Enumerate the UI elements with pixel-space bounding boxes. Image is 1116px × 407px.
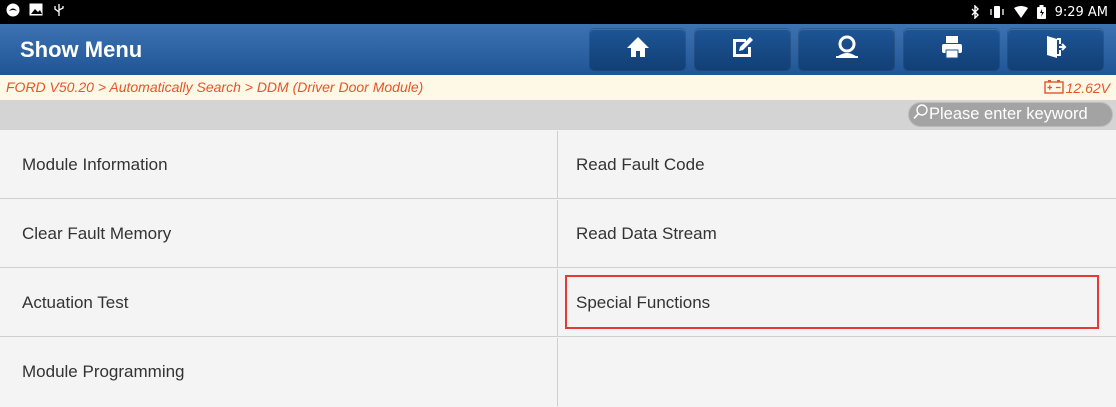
bluetooth-icon: [970, 5, 980, 19]
menu-item-label: Module Programming: [22, 362, 185, 381]
menu-item-label: Special Functions: [576, 293, 711, 312]
voltage-value: 12.62V: [1065, 79, 1110, 96]
menu-item-read-data-stream[interactable]: Read Data Stream: [557, 200, 1116, 268]
status-icons-right: 9:29 AM: [970, 0, 1108, 24]
menu-item-label: Actuation Test: [22, 293, 129, 312]
voltage-indicator: 12.62V: [1043, 75, 1110, 100]
print-button[interactable]: [904, 29, 999, 70]
menu-item-read-fault-code[interactable]: Read Fault Code: [557, 131, 1116, 199]
search-input[interactable]: [928, 105, 1109, 124]
breadcrumb-path: FORD V50.20 > Automatically Search > DDM…: [6, 79, 424, 95]
menu-item-clear-fault-memory[interactable]: Clear Fault Memory: [0, 200, 557, 268]
vibrate-icon: [989, 5, 1005, 19]
user-button[interactable]: [799, 29, 894, 70]
menu-item-module-programming[interactable]: Module Programming: [0, 338, 557, 406]
home-icon: [626, 36, 650, 63]
image-icon: [29, 3, 43, 21]
menu-item-label: Read Data Stream: [576, 224, 717, 243]
user-icon: [834, 35, 860, 64]
usb-icon: [52, 3, 66, 22]
exit-icon: [1045, 35, 1067, 64]
menu-item-empty: [557, 338, 1116, 406]
search-icon: [913, 104, 928, 125]
exit-button[interactable]: [1008, 29, 1103, 70]
print-icon: [941, 35, 963, 64]
menu-item-actuation-test[interactable]: Actuation Test: [0, 269, 557, 337]
report-icon: [731, 35, 755, 64]
status-icons-left: [6, 3, 66, 21]
menu-grid: Module Information Read Fault Code Clear…: [0, 130, 1116, 407]
menu-item-label: Read Fault Code: [576, 155, 705, 174]
breadcrumb: FORD V50.20 > Automatically Search > DDM…: [0, 75, 1116, 100]
car-battery-icon: [1043, 79, 1064, 97]
menu-item-label: Module Information: [22, 155, 168, 174]
wifi-icon: [1013, 6, 1028, 18]
search-bar: [0, 100, 1116, 130]
battery-icon: [1036, 5, 1046, 19]
menu-item-label: Clear Fault Memory: [22, 224, 172, 243]
page-title: Show Menu: [20, 37, 143, 62]
status-time: 9:29 AM: [1054, 4, 1108, 20]
menu-item-module-information[interactable]: Module Information: [0, 131, 557, 199]
app-icon: [6, 3, 20, 22]
menu-item-special-functions[interactable]: Special Functions: [557, 269, 1116, 337]
title-bar: Show Menu: [0, 24, 1116, 75]
search-box[interactable]: [908, 102, 1113, 127]
home-button[interactable]: [590, 29, 685, 70]
report-button[interactable]: [695, 29, 790, 70]
status-bar: 9:29 AM: [0, 0, 1116, 24]
